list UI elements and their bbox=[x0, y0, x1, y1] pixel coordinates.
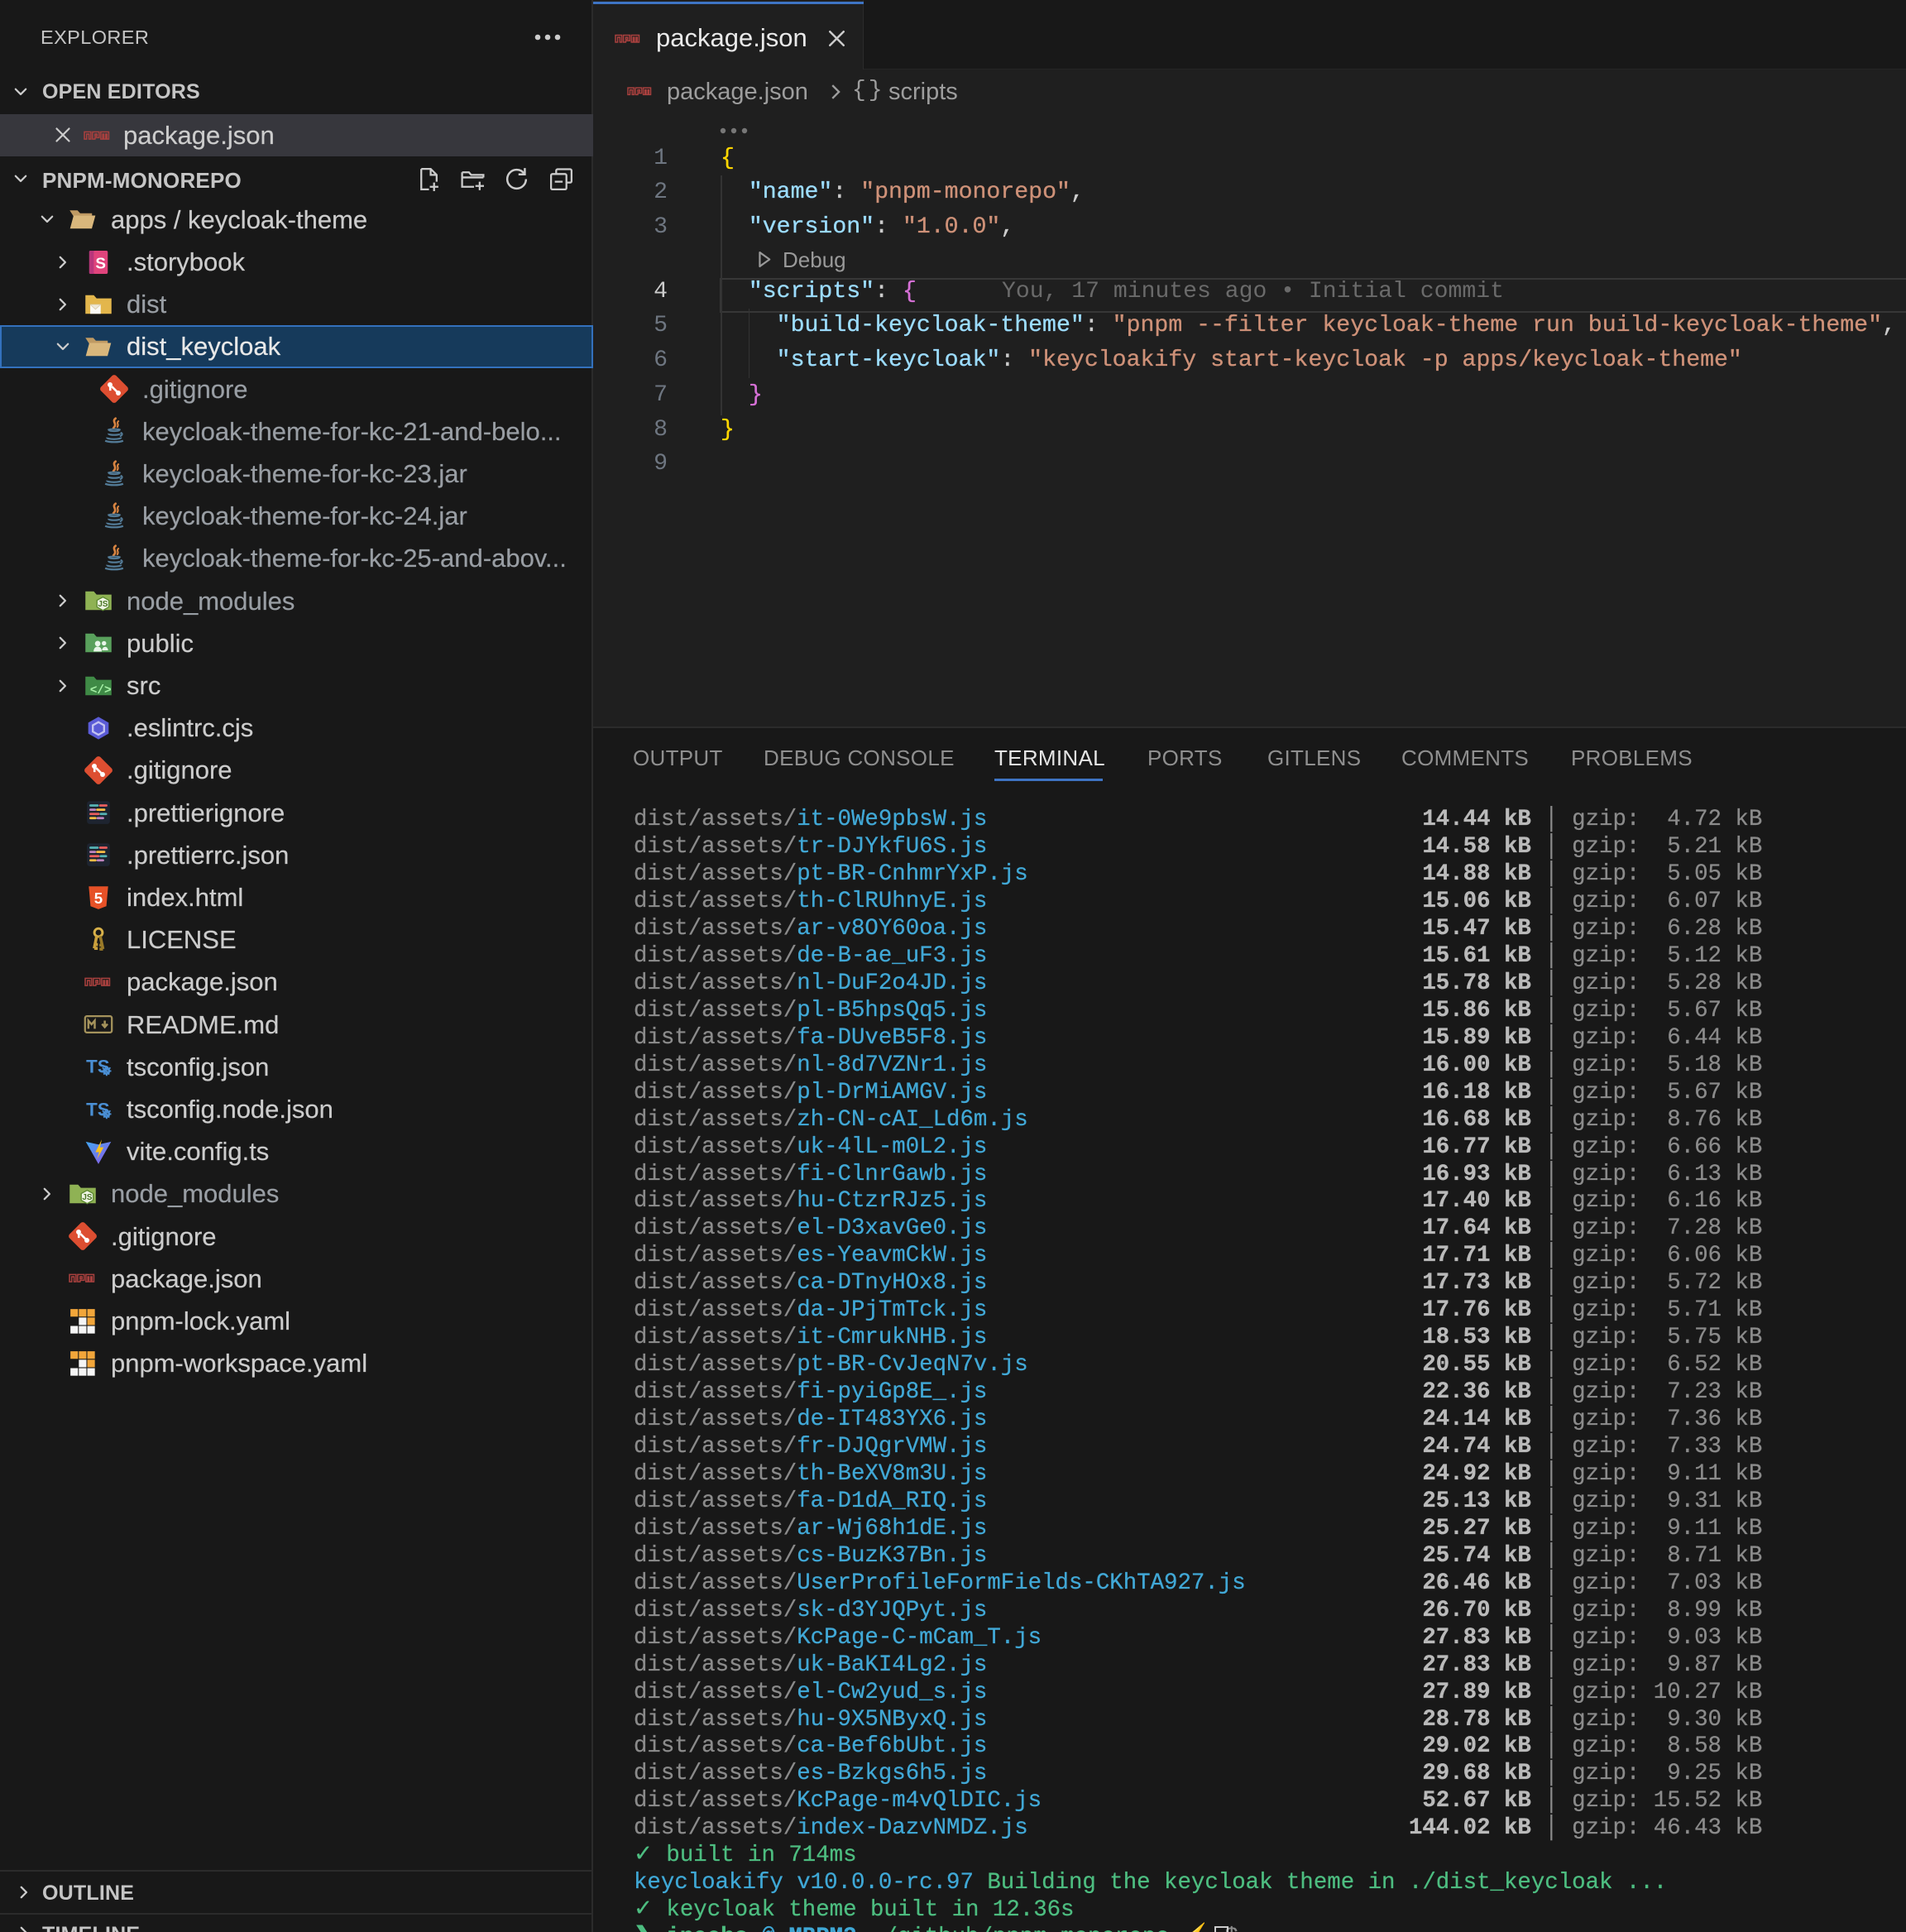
svg-text:JS: JS bbox=[82, 1193, 93, 1202]
svg-text:5: 5 bbox=[94, 889, 103, 906]
svg-text:S: S bbox=[96, 255, 107, 272]
svg-text:</>: </> bbox=[90, 684, 112, 698]
svg-text:JS: JS bbox=[98, 600, 109, 609]
